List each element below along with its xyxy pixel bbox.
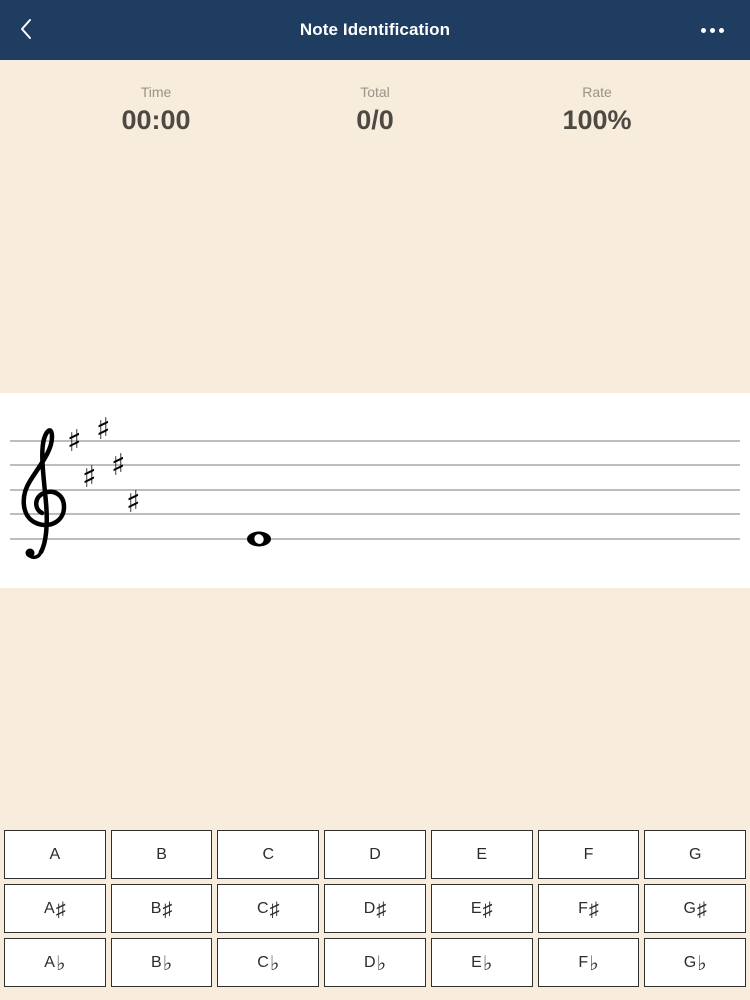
- key-label: D: [363, 899, 376, 917]
- key-c-flat[interactable]: C ♭: [217, 938, 320, 987]
- chevron-left-icon: [21, 19, 31, 39]
- key-f-sharp[interactable]: F ♯: [537, 884, 640, 933]
- key-a-sharp[interactable]: A ♯: [4, 884, 106, 933]
- total-value: 0/0: [356, 105, 394, 135]
- flat-icon: ♭: [589, 952, 599, 975]
- key-b[interactable]: B: [110, 830, 213, 879]
- music-staff-panel: ♯ ♯ ♯ ♯ ♯: [0, 393, 750, 588]
- sharp-icon: ♯: [55, 898, 66, 921]
- flat-keys-row: A ♭ B ♭ C ♭ D ♭ E ♭ F ♭ G ♭: [4, 938, 747, 987]
- key-label: F: [583, 845, 594, 863]
- ellipsis-icon-dot: [709, 27, 715, 33]
- time-stat: Time 00:00: [76, 84, 236, 136]
- key-label: G: [683, 953, 697, 971]
- key-label: F: [578, 899, 588, 917]
- key-label: E: [471, 953, 482, 971]
- music-staff: ♯ ♯ ♯ ♯ ♯: [10, 412, 740, 560]
- key-label: G: [683, 899, 696, 917]
- rate-stat: Rate 100%: [517, 84, 677, 136]
- key-a[interactable]: A: [4, 830, 106, 879]
- key-d-sharp[interactable]: D ♯: [324, 884, 426, 933]
- key-label: A: [49, 845, 61, 863]
- key-e[interactable]: E: [430, 830, 533, 879]
- sharp-icon: ♯: [126, 485, 141, 520]
- time-value: 00:00: [121, 105, 191, 135]
- key-g-sharp[interactable]: G ♯: [644, 884, 747, 933]
- key-f[interactable]: F: [537, 830, 640, 879]
- flat-icon: ♭: [269, 952, 280, 975]
- key-label: F: [578, 953, 589, 971]
- key-label: D: [364, 953, 376, 971]
- key-b-flat[interactable]: B ♭: [110, 938, 213, 987]
- flat-icon: ♭: [376, 952, 387, 975]
- ellipsis-icon-dot: [718, 27, 724, 33]
- natural-keys-row: A B C D E F G: [4, 830, 747, 879]
- key-d-flat[interactable]: D ♭: [324, 938, 426, 987]
- time-label: Time: [140, 84, 172, 100]
- key-g[interactable]: G: [644, 830, 747, 879]
- navigation-bar: Note Identification: [0, 0, 750, 60]
- key-e-sharp[interactable]: E ♯: [430, 884, 533, 933]
- sharp-icon: ♯: [588, 898, 599, 921]
- answer-keypad: A B C D E F G A ♯ B ♯ C ♯ D ♯ E ♯ F ♯ G ♯ A ♭ B ♭…: [4, 830, 747, 992]
- back-button[interactable]: [12, 14, 40, 44]
- sharp-icon: ♯: [376, 898, 387, 921]
- key-c[interactable]: C: [217, 830, 320, 879]
- ellipsis-icon: [700, 27, 706, 33]
- key-d[interactable]: D: [324, 830, 426, 879]
- rate-value: 100%: [562, 105, 632, 135]
- key-label: E: [470, 899, 482, 917]
- key-label: B: [156, 845, 167, 863]
- key-label: A: [44, 953, 55, 971]
- rate-label: Rate: [582, 84, 612, 100]
- total-stat: Total 0/0: [295, 84, 455, 136]
- key-signature: ♯ ♯ ♯ ♯ ♯: [67, 412, 141, 520]
- key-label: C: [257, 899, 269, 917]
- key-b-sharp[interactable]: B ♯: [110, 884, 213, 933]
- sharp-icon: ♯: [82, 460, 97, 495]
- key-label: A: [44, 899, 55, 917]
- sharp-icon: ♯: [67, 424, 82, 459]
- whole-note-icon: [247, 531, 271, 547]
- page-title: Note Identification: [299, 20, 451, 39]
- sharp-icon: ♯: [96, 412, 111, 447]
- flat-icon: ♭: [482, 952, 493, 975]
- flat-icon: ♭: [697, 952, 707, 975]
- key-f-flat[interactable]: F ♭: [537, 938, 640, 987]
- key-label: E: [476, 845, 488, 863]
- treble-clef-icon: [21, 428, 67, 560]
- sharp-icon: ♯: [696, 898, 707, 921]
- key-label: B: [151, 953, 162, 971]
- key-a-flat[interactable]: A ♭: [4, 938, 106, 987]
- sharp-icon: ♯: [111, 448, 126, 483]
- key-c-sharp[interactable]: C ♯: [217, 884, 320, 933]
- key-label: D: [369, 845, 381, 863]
- key-label: B: [150, 899, 162, 917]
- sharp-icon: ♯: [162, 898, 173, 921]
- key-g-flat[interactable]: G ♭: [644, 938, 747, 987]
- sharp-icon: ♯: [482, 898, 493, 921]
- flat-icon: ♭: [55, 952, 66, 975]
- treble-clef-dot: [25, 548, 35, 558]
- key-label: G: [688, 845, 702, 863]
- key-label: C: [257, 953, 269, 971]
- key-e-flat[interactable]: E ♭: [430, 938, 533, 987]
- more-options-button[interactable]: [696, 18, 728, 42]
- key-label: C: [262, 845, 275, 863]
- sharp-icon: ♯: [269, 898, 280, 921]
- sharp-keys-row: A ♯ B ♯ C ♯ D ♯ E ♯ F ♯ G ♯: [4, 884, 747, 933]
- total-label: Total: [360, 84, 390, 100]
- flat-icon: ♭: [162, 952, 173, 975]
